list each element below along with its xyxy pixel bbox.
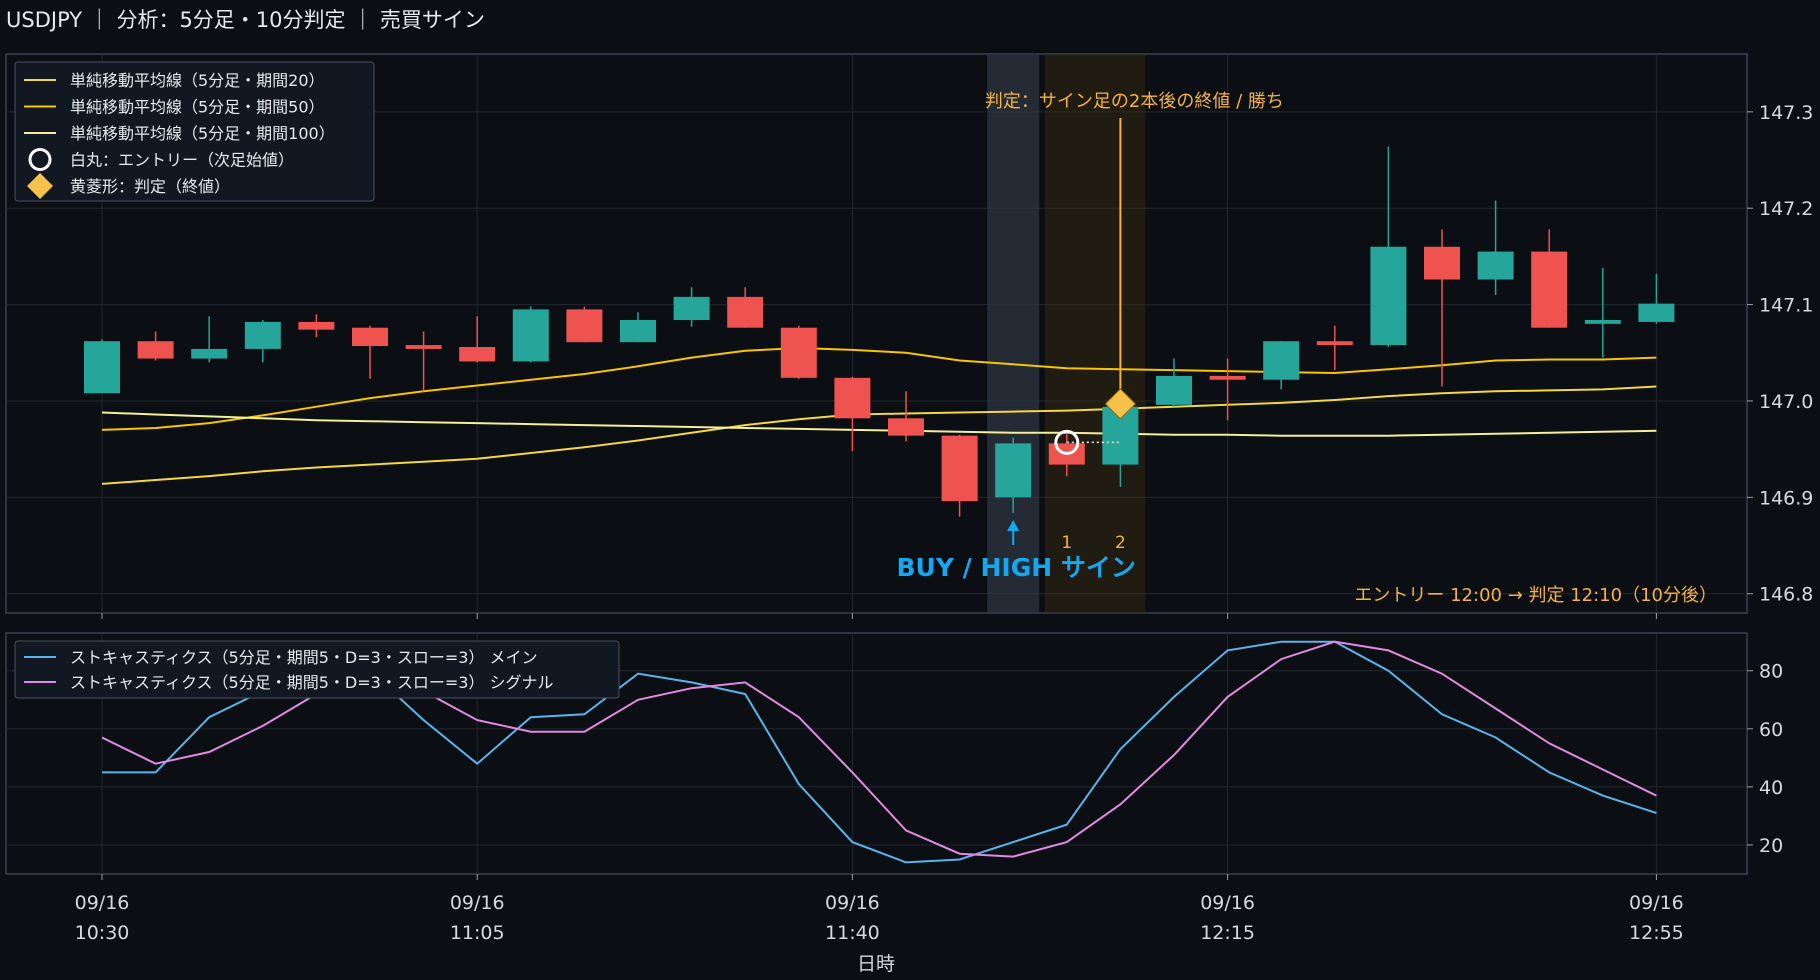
candle-body <box>566 309 603 343</box>
x-tick-date: 09/16 <box>450 892 505 914</box>
chart-canvas: 146.8 146.9 147.0 147.1 147.2 147.3 20 40 60 80 09… <box>5 53 1813 975</box>
legend-label: 単純移動平均線（5分足・期間20） <box>70 71 325 90</box>
y-tick-label: 146.8 <box>1759 584 1813 606</box>
candle-body <box>405 345 442 349</box>
legend-label: ストキャスティクス（5分足・期間5・D=3・スロー=3） シグナル <box>70 673 554 692</box>
price-legend: 単純移動平均線（5分足・期間20） 単純移動平均線（5分足・期間50） 単純移動平均… <box>14 61 375 202</box>
candle-body <box>352 327 388 347</box>
judgement-label: 判定：サイン足の2本後の終値 / 勝ち <box>985 91 1284 112</box>
y-tick-label: 20 <box>1759 835 1783 857</box>
candle-body <box>673 296 710 321</box>
y-tick-label: 146.9 <box>1759 487 1813 509</box>
count-label: 2 <box>1115 533 1126 553</box>
candle-body <box>1156 375 1192 405</box>
x-tick-date: 09/16 <box>1200 892 1255 914</box>
x-tick-date: 09/16 <box>1629 892 1684 914</box>
candle-body <box>298 321 335 330</box>
candle-body <box>1424 246 1460 280</box>
candle-body <box>244 321 281 349</box>
candle-body <box>1531 251 1568 328</box>
y-tick-label: 60 <box>1759 719 1783 741</box>
y-tick-label: 147.2 <box>1759 198 1813 220</box>
candle-body <box>888 418 924 436</box>
candle-body <box>1584 320 1621 324</box>
legend-label: ストキャスティクス（5分足・期間5・D=3・スロー=3） メイン <box>70 648 538 667</box>
candle-body <box>1370 246 1407 346</box>
candle-body <box>1477 251 1514 280</box>
x-tick-time: 11:05 <box>450 922 505 944</box>
x-tick-time: 12:15 <box>1200 922 1255 944</box>
y-tick-label: 147.0 <box>1759 391 1813 413</box>
x-tick-time: 10:30 <box>75 922 130 944</box>
candle-body <box>834 377 871 419</box>
candle-body <box>727 296 764 328</box>
candle-body <box>84 341 120 394</box>
x-tick-date: 09/16 <box>75 892 130 914</box>
candle-body <box>137 341 174 359</box>
entry-judge-summary: エントリー 12:00 → 判定 12:10（10分後） <box>1354 585 1717 606</box>
buy-signal-label: BUY / HIGH サイン <box>897 553 1136 582</box>
legend-label: 黄菱形：判定（終値） <box>70 177 230 196</box>
oscillator-legend: ストキャスティクス（5分足・期間5・D=3・スロー=3） メインストキャスティク… <box>14 640 620 699</box>
count-label: 1 <box>1061 533 1072 553</box>
candle-body <box>995 443 1032 498</box>
legend-label: 白丸：エントリー（次足始値） <box>70 151 294 170</box>
y-tick-label: 147.1 <box>1759 295 1813 317</box>
y-tick-label: 147.3 <box>1759 102 1813 124</box>
x-tick-date: 09/16 <box>825 892 880 914</box>
candle-body <box>191 348 228 359</box>
candle-body <box>512 309 549 362</box>
legend-label: 単純移動平均線（5分足・期間50） <box>70 98 325 117</box>
candle-body <box>1316 341 1353 346</box>
candle-body <box>1638 303 1675 322</box>
y-tick-label: 40 <box>1759 777 1783 799</box>
judgement-window-highlight <box>1044 54 1146 613</box>
candle-body <box>780 327 817 378</box>
x-tick-time: 12:55 <box>1629 922 1684 944</box>
y-tick-label: 80 <box>1759 661 1783 683</box>
legend-label: 単純移動平均線（5分足・期間100） <box>70 124 335 143</box>
candle-body <box>459 346 496 362</box>
x-axis-label: 日時 <box>857 953 895 975</box>
candle-body <box>1263 341 1300 380</box>
candle-body <box>620 320 656 343</box>
candle-body <box>941 435 978 502</box>
candle-body <box>1209 375 1246 380</box>
x-tick-time: 11:40 <box>825 922 880 944</box>
